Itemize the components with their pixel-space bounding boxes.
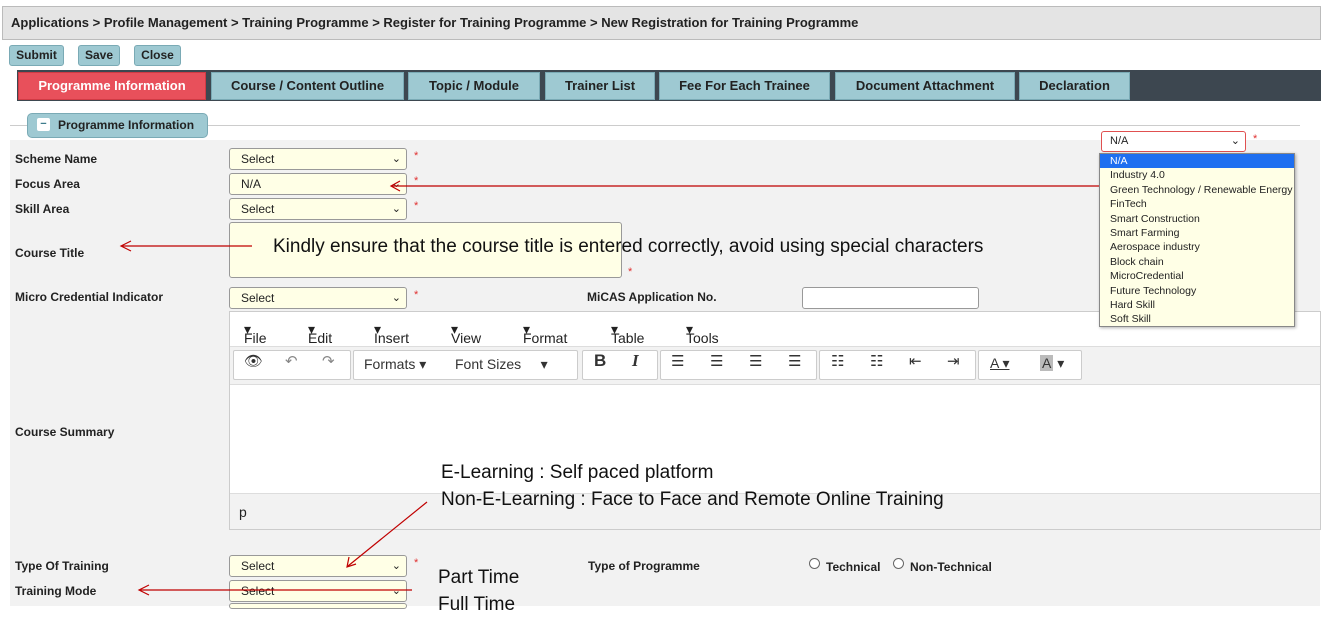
course-title-annotation: Kindly ensure that the course title is e… <box>273 236 984 257</box>
part-time-annotation: Part Time <box>438 567 520 588</box>
full-time-annotation: Full Time <box>438 594 516 615</box>
type-of-training-arrow <box>347 501 428 567</box>
annotation-arrows <box>119 180 1099 596</box>
non-elearning-annotation: Non-E-Learning : Face to Face and Remote… <box>441 489 944 510</box>
elearning-annotation: E-Learning : Self paced platform <box>441 462 714 483</box>
